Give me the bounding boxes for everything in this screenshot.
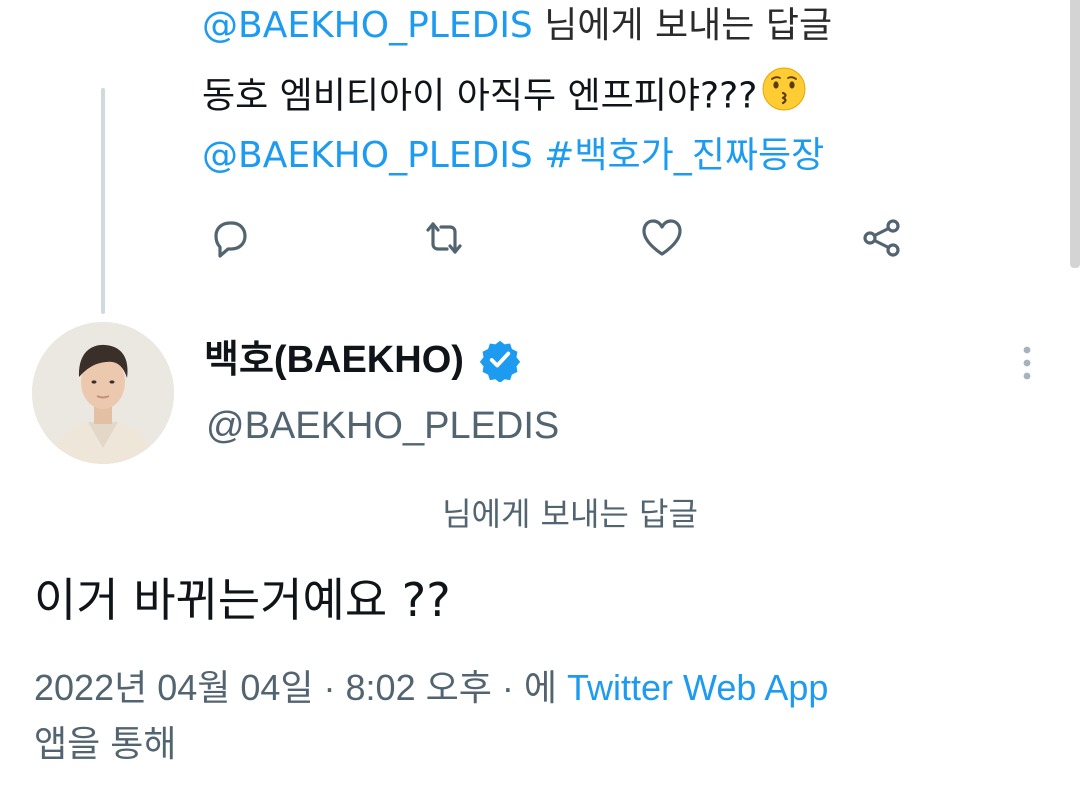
user-handle[interactable]: @BAEKHO_PLEDIS <box>206 402 559 450</box>
reply-to-suffix: 님에게 보내는 답글 <box>532 5 833 46</box>
tweet-action-bar <box>0 214 1080 262</box>
reply-label: 님에게 보내는 답글 <box>442 495 698 533</box>
reply-tweet-text: 이거 바뀌는거예요 ?? <box>34 573 451 627</box>
tweet-timestamp[interactable]: 2022년 04월 04일 · 8:02 오후 · 에 <box>34 667 557 708</box>
parent-tweet-text: 동호 엠비티아이 아직두 엔프피야??? <box>202 67 807 121</box>
avatar[interactable] <box>32 322 174 464</box>
display-name[interactable]: 백호(BAEKHO) <box>204 336 522 384</box>
retweet-icon[interactable] <box>420 214 468 262</box>
mention-link[interactable]: @BAEKHO_PLEDIS <box>202 135 533 176</box>
display-name-text[interactable]: 백호(BAEKHO) <box>204 336 464 384</box>
reply-to-handle-link[interactable]: @BAEKHO_PLEDIS <box>202 5 533 46</box>
parent-tweet-body: 동호 엠비티아이 아직두 엔프피야??? <box>202 75 758 117</box>
heart-icon[interactable] <box>638 214 686 262</box>
thread-connector-line <box>101 88 105 314</box>
parent-tweet-tags: @BAEKHO_PLEDIS #백호가_진짜등장 <box>202 136 824 176</box>
tweet-source-link[interactable]: Twitter Web App <box>567 667 828 708</box>
tweet-detail-page: @BAEKHO_PLEDIS 님에게 보내는 답글 동호 엠비티아이 아직두 엔… <box>0 0 1080 800</box>
reply-icon[interactable] <box>206 214 254 262</box>
hashtag-link[interactable]: #백호가_진짜등장 <box>544 135 824 176</box>
parent-reply-to-line: @BAEKHO_PLEDIS 님에게 보내는 답글 <box>202 6 832 46</box>
tweet-metadata: 2022년 04월 04일 · 8:02 오후 · 에 Twitter Web … <box>34 662 1064 770</box>
more-options-icon[interactable] <box>1016 344 1038 384</box>
kissing-face-icon <box>761 66 807 121</box>
verified-badge-icon <box>479 340 521 382</box>
tweet-source-suffix: 앱을 통해 <box>34 723 177 764</box>
share-icon[interactable] <box>858 214 906 262</box>
